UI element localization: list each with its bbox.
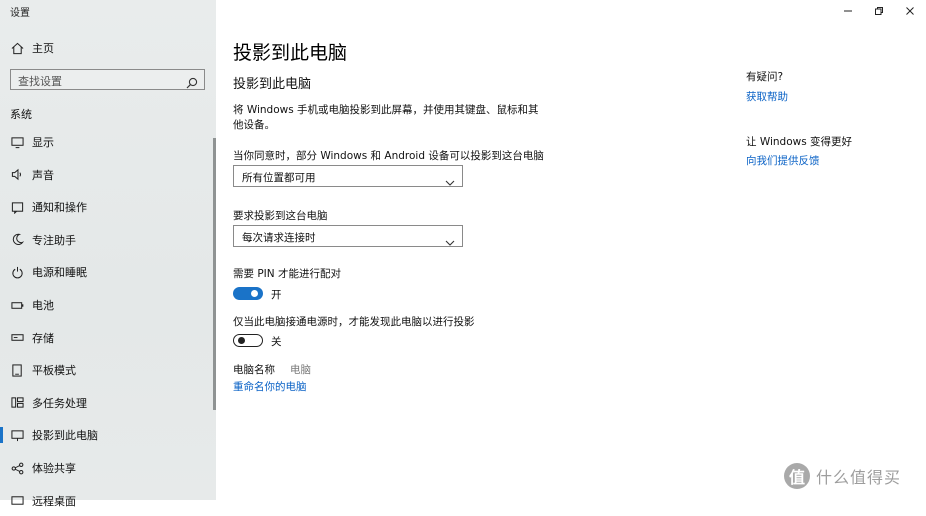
power-icon <box>10 265 24 279</box>
description-text: 将 Windows 手机或电脑投影到此屏幕，并使用其键盘、鼠标和其他设备。 <box>233 104 539 131</box>
sidebar-section-heading: 系统 <box>10 108 32 121</box>
sidebar-item-label: 声音 <box>32 168 54 182</box>
remote-desktop-icon <box>10 494 24 508</box>
request-value: 每次请求连接时 <box>242 232 316 244</box>
get-help-link[interactable]: 获取帮助 <box>746 89 788 104</box>
app-title: 设置 <box>10 8 30 19</box>
share-icon <box>10 461 24 475</box>
sidebar-item[interactable]: 声音 <box>0 160 214 190</box>
watermark-logo-icon: 值 <box>784 463 810 489</box>
rename-pc-link[interactable]: 重命名你的电脑 <box>233 379 307 394</box>
sidebar-item[interactable]: 远程桌面 <box>0 486 214 516</box>
section-title: 投影到此电脑 <box>233 77 312 92</box>
sidebar-item-label: 电源和睡眠 <box>32 266 87 280</box>
sidebar-item-label: 远程桌面 <box>32 494 76 508</box>
feedback-link[interactable]: 向我们提供反馈 <box>746 153 820 168</box>
power-label: 仅当此电脑接通电源时，才能发现此电脑以进行投影 <box>233 316 475 328</box>
pc-name-label: 电脑名称 <box>233 364 275 376</box>
sidebar-item[interactable]: 平板模式 <box>0 355 214 385</box>
sidebar: 设置 主页 查找设置 系统 显示声音通知和操作专注助手电源和睡眠电池存储平板模式… <box>0 0 216 508</box>
maximize-button[interactable] <box>869 3 889 19</box>
watermark-text: 什么值得买 <box>816 468 902 487</box>
sidebar-item-label: 显示 <box>32 136 54 149</box>
toggle-knob <box>251 290 258 297</box>
monitor-icon <box>10 135 24 149</box>
toggle-knob <box>238 337 245 344</box>
sidebar-item[interactable]: 体验共享 <box>0 453 214 483</box>
sidebar-item[interactable]: 显示 <box>0 127 214 157</box>
availability-value: 所有位置都可用 <box>242 172 316 184</box>
active-indicator <box>0 427 3 444</box>
pin-toggle[interactable] <box>233 287 263 300</box>
restore-icon <box>875 7 883 15</box>
tablet-icon <box>10 363 24 377</box>
chevron-down-icon <box>445 172 455 191</box>
help-heading: 有疑问? <box>746 71 784 83</box>
pin-toggle-state: 开 <box>271 289 282 301</box>
multitask-icon <box>10 396 24 410</box>
minimize-button[interactable] <box>838 3 858 19</box>
sidebar-item[interactable]: 存储 <box>0 323 214 353</box>
minimize-icon <box>844 10 852 12</box>
sidebar-item[interactable]: 电源和睡眠 <box>0 257 214 287</box>
sidebar-item-label: 多任务处理 <box>32 396 87 410</box>
improve-heading: 让 Windows 变得更好 <box>746 136 853 148</box>
pin-label: 需要 PIN 才能进行配对 <box>233 268 341 280</box>
sidebar-item-label: 主页 <box>32 42 54 55</box>
search-placeholder: 查找设置 <box>18 75 62 88</box>
sidebar-item-home[interactable]: 主页 <box>0 33 214 63</box>
search-icon <box>186 74 198 93</box>
request-label: 要求投影到这台电脑 <box>233 210 328 222</box>
sidebar-item[interactable]: 多任务处理 <box>0 388 214 418</box>
sidebar-item-label: 通知和操作 <box>32 201 87 215</box>
storage-icon <box>10 331 24 345</box>
request-dropdown[interactable]: 每次请求连接时 <box>233 225 463 247</box>
close-button[interactable] <box>900 3 920 19</box>
sidebar-item-label: 专注助手 <box>32 233 76 247</box>
sidebar-item-label: 存储 <box>32 331 54 345</box>
sidebar-item-label: 投影到此电脑 <box>32 429 98 443</box>
project-icon <box>10 428 24 442</box>
battery-icon <box>10 298 24 312</box>
power-toggle-state: 关 <box>271 336 282 348</box>
search-input[interactable]: 查找设置 <box>10 69 205 90</box>
power-toggle[interactable] <box>233 334 263 347</box>
sidebar-item[interactable]: 电池 <box>0 290 214 320</box>
notification-icon <box>10 200 24 214</box>
sidebar-item-label: 电池 <box>32 299 54 312</box>
availability-dropdown[interactable]: 所有位置都可用 <box>233 165 463 187</box>
pc-name-value: 电脑 <box>290 364 311 376</box>
page-title: 投影到此电脑 <box>233 42 348 64</box>
speaker-icon <box>10 168 24 182</box>
sidebar-item-label: 平板模式 <box>32 364 76 378</box>
sidebar-item[interactable]: 通知和操作 <box>0 192 214 222</box>
home-icon <box>10 41 24 55</box>
moon-icon <box>10 233 24 247</box>
sidebar-item-label: 体验共享 <box>32 462 76 475</box>
sidebar-scrollbar[interactable] <box>213 138 216 410</box>
sidebar-item[interactable]: 专注助手 <box>0 225 214 255</box>
watermark: 值 什么值得买 <box>784 463 901 489</box>
close-icon <box>906 7 914 15</box>
availability-label: 当你同意时，部分 Windows 和 Android 设备可以投影到这台电脑 <box>233 150 544 162</box>
sidebar-item[interactable]: 投影到此电脑 <box>0 420 214 450</box>
chevron-down-icon <box>445 232 455 251</box>
